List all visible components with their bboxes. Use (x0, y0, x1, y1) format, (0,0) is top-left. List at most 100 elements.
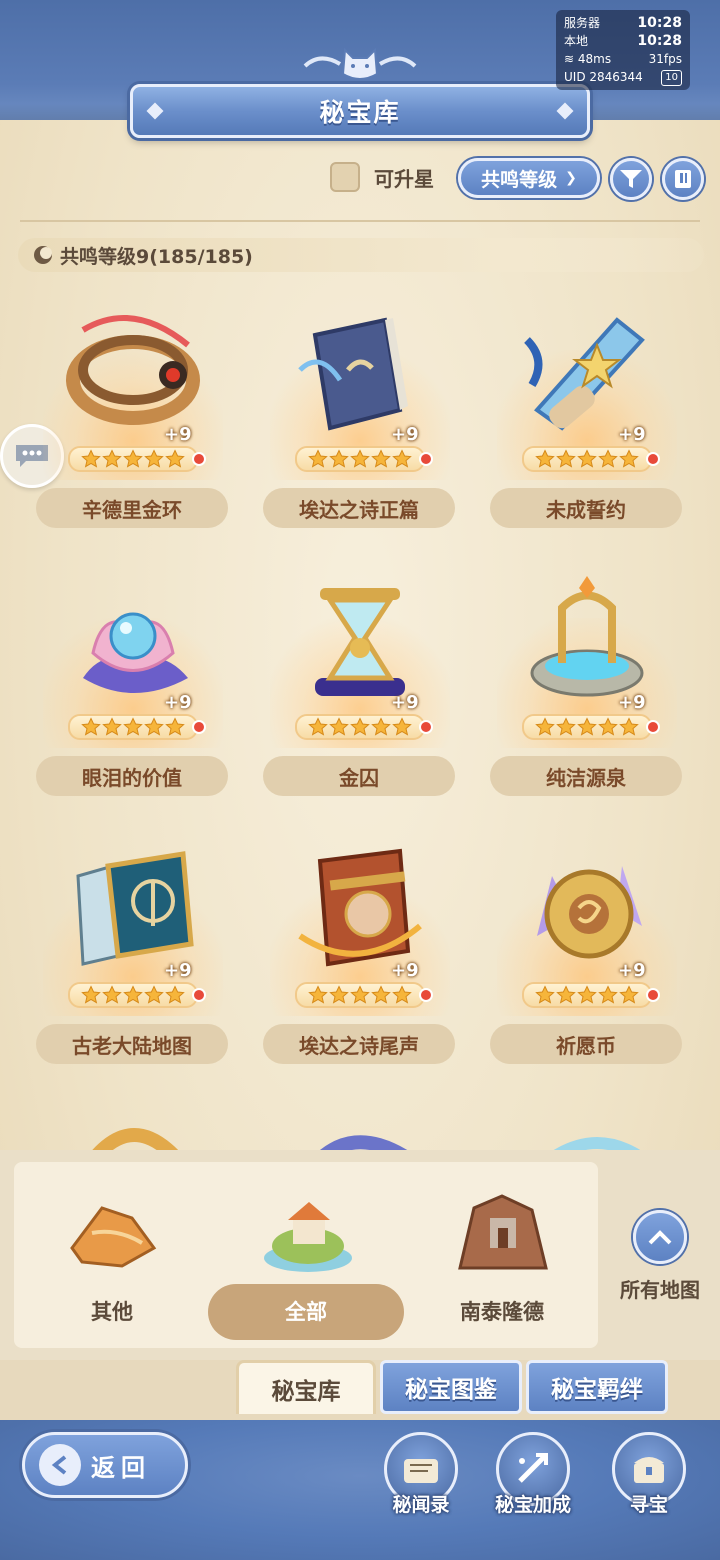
star-rating (295, 446, 425, 472)
all-maps-button[interactable]: 所有地图 (610, 1210, 710, 1303)
treasure-name: 纯洁源泉 (490, 756, 682, 796)
notification-dot (646, 720, 660, 734)
notification-dot (192, 988, 206, 1002)
treasure-card[interactable]: +9 辛德里金环 (28, 290, 238, 540)
diamond-left-icon (146, 102, 164, 120)
star-icon (123, 985, 143, 1005)
treasure-grid: +9 辛德里金环 +9 埃达之诗正篇 +9 未成誓约 +9 眼泪的价值 +9 金… (0, 290, 720, 1150)
sort-button[interactable]: 共鸣等级 ❯ (458, 158, 600, 198)
region-other[interactable]: 其他 (22, 1180, 202, 1340)
star-icon (308, 449, 328, 469)
star-rating (295, 714, 425, 740)
notification-dot (646, 988, 660, 1002)
notification-dot (192, 720, 206, 734)
enhance-level: +9 (391, 424, 419, 445)
treasure-card[interactable]: +9 古老大陆地图 (28, 826, 238, 1076)
star-icon (81, 717, 101, 737)
book-icon (675, 170, 691, 188)
star-icon (371, 449, 391, 469)
star-icon (371, 717, 391, 737)
star-rating (68, 446, 198, 472)
star-rating (522, 982, 652, 1008)
treasure-card[interactable]: +9 埃达之诗尾声 (255, 826, 465, 1076)
network-status-panel: 服务器 10:28 本地 10:28 ≋ 48ms 31fps UID 2846344… (556, 10, 690, 90)
notification-dot (192, 452, 206, 466)
enhance-level: +9 (164, 424, 192, 445)
treasure-card-partial[interactable] (482, 1090, 692, 1150)
star-icon (144, 985, 164, 1005)
island-house-icon (264, 1202, 352, 1272)
notification-dot (419, 988, 433, 1002)
treasure-card-partial[interactable] (28, 1090, 238, 1150)
tab-treasure-bond[interactable]: 秘宝羁绊 (526, 1360, 668, 1414)
star-icon (392, 985, 412, 1005)
tab-treasure-codex[interactable]: 秘宝图鉴 (380, 1360, 522, 1414)
region-label: 南泰隆德 (460, 1300, 544, 1324)
uid-value: UID 2846344 (564, 70, 643, 84)
star-rating (522, 714, 652, 740)
uid-badge: 10 (661, 70, 682, 86)
star-icon (102, 717, 122, 737)
treasure-bonus-button[interactable]: 秘宝加成 (488, 1432, 578, 1517)
filter-button[interactable] (610, 158, 652, 200)
treasure-card[interactable]: +9 未成誓约 (482, 290, 692, 540)
treasure-card[interactable]: +9 金囚 (255, 558, 465, 808)
star-rating (68, 714, 198, 740)
book-button[interactable] (662, 158, 704, 200)
action-label: 秘闻录 (392, 1494, 450, 1516)
star-icon (371, 985, 391, 1005)
canyon-temple-icon (458, 1194, 548, 1270)
back-arrow-icon (39, 1444, 81, 1486)
server-label: 服务器 (564, 16, 601, 30)
action-label: 寻宝 (629, 1494, 668, 1516)
title-banner: 秘宝库 (130, 84, 590, 138)
region-all[interactable]: 全部 (208, 1180, 404, 1340)
resonance-level-text: 共鸣等级9(185/185) (60, 245, 253, 268)
treasure-name: 祈愿币 (490, 1024, 682, 1064)
wifi-icon: ≋ (564, 52, 578, 66)
star-icon (577, 985, 597, 1005)
star-icon (329, 985, 349, 1005)
star-rating (295, 982, 425, 1008)
star-icon (144, 717, 164, 737)
star-icon (123, 449, 143, 469)
star-icon (577, 717, 597, 737)
star-icon (598, 449, 618, 469)
treasure-card[interactable]: +9 祈愿币 (482, 826, 692, 1076)
star-icon (329, 449, 349, 469)
region-nantailongde[interactable]: 南泰隆德 (412, 1180, 592, 1340)
enhance-level: +9 (618, 692, 646, 713)
star-icon (392, 717, 412, 737)
tab-treasure-vault[interactable]: 秘宝库 (236, 1360, 376, 1414)
star-icon (535, 449, 555, 469)
treasure-hunt-button[interactable]: 寻宝 (604, 1432, 694, 1517)
back-button[interactable]: 返回 (22, 1432, 188, 1498)
treasure-card-partial[interactable] (255, 1090, 465, 1150)
treasure-name: 未成誓约 (490, 488, 682, 528)
upgradable-label: 可升星 (374, 167, 434, 191)
partial-item-icon (92, 1128, 178, 1150)
enhance-level: +9 (618, 424, 646, 445)
enhance-level: +9 (164, 960, 192, 981)
star-icon (144, 449, 164, 469)
local-label: 本地 (564, 34, 589, 48)
star-icon (619, 985, 639, 1005)
star-icon (123, 717, 143, 737)
secret-records-button[interactable]: 秘闻录 (376, 1432, 466, 1517)
chevron-up-icon (633, 1210, 687, 1264)
star-icon (556, 449, 576, 469)
star-icon (556, 985, 576, 1005)
server-time: 10:28 (637, 15, 682, 31)
tab-label: 秘宝库 (271, 1378, 341, 1405)
upgradable-checkbox[interactable] (330, 162, 360, 192)
cat-crest-icon (295, 44, 425, 82)
treasure-card[interactable]: +9 眼泪的价值 (28, 558, 238, 808)
treasure-name: 金囚 (263, 756, 455, 796)
desert-map-icon (70, 1206, 157, 1268)
star-icon (165, 985, 185, 1005)
moon-icon (34, 246, 52, 264)
star-icon (308, 717, 328, 737)
page-title: 秘宝库 (319, 98, 401, 127)
treasure-card[interactable]: +9 纯洁源泉 (482, 558, 692, 808)
treasure-card[interactable]: +9 埃达之诗正篇 (255, 290, 465, 540)
